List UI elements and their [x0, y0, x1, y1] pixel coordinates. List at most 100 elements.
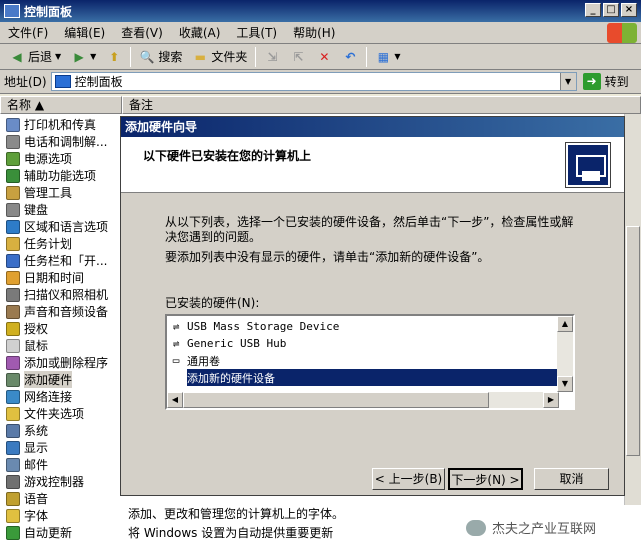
control-panel-item[interactable]: 电话和调制解... — [6, 133, 107, 150]
column-header-name[interactable]: 名称 ▲ — [0, 96, 122, 114]
control-panel-item-icon — [6, 355, 20, 370]
hardware-item[interactable]: ⇌ Generic USB Hub — [169, 335, 287, 352]
scroll-right-button[interactable]: ▶ — [543, 392, 559, 408]
control-panel-item[interactable]: 字体 — [6, 507, 48, 524]
menu-view[interactable]: 查看(V) — [113, 24, 171, 41]
menu-file[interactable]: 文件(F) — [0, 24, 56, 41]
scrollbar-thumb[interactable] — [183, 392, 489, 408]
control-panel-item[interactable]: 键盘 — [6, 201, 48, 218]
search-button[interactable]: 🔍 搜索 — [134, 46, 187, 68]
scroll-up-button[interactable]: ▲ — [557, 316, 573, 332]
control-panel-item[interactable]: 打印机和传真 — [6, 116, 96, 133]
menu-bar: 文件(F) 编辑(E) 查看(V) 收藏(A) 工具(T) 帮助(H) — [0, 22, 641, 44]
control-panel-item-icon — [6, 287, 20, 302]
scrollbar-thumb[interactable] — [626, 226, 640, 456]
list-vertical-scrollbar[interactable] — [624, 114, 641, 505]
control-panel-item[interactable]: 任务计划 — [6, 235, 72, 252]
control-panel-item-label: 管理工具 — [24, 186, 73, 200]
hardware-item[interactable]: ▭ 通用卷 — [169, 352, 220, 369]
control-panel-item-icon — [6, 219, 20, 234]
folders-button[interactable]: ▬ 文件夹 — [187, 46, 252, 68]
forward-dropdown-icon: ▼ — [90, 52, 97, 61]
undo-button[interactable]: ↶ — [337, 46, 363, 68]
folders-label: 文件夹 — [211, 50, 248, 64]
scroll-down-button[interactable]: ▼ — [557, 376, 573, 392]
control-panel-item[interactable]: 添加或删除程序 — [6, 354, 108, 371]
control-panel-item-icon — [6, 236, 20, 251]
control-panel-item[interactable]: 授权 — [6, 320, 48, 337]
control-panel-item[interactable]: 游戏控制器 — [6, 473, 84, 490]
toolbar-separator — [366, 46, 368, 67]
listbox-horizontal-scrollbar[interactable]: ◀ ▶ — [167, 392, 559, 408]
address-value: 控制面板 — [74, 75, 123, 89]
control-panel-item[interactable]: 任务栏和「开... — [6, 252, 107, 269]
maximize-button[interactable]: □ — [603, 3, 619, 17]
listbox-vertical-scrollbar[interactable]: ▲ ▼ — [557, 316, 573, 392]
hardware-wizard-icon — [565, 142, 611, 188]
windows-logo-icon — [607, 23, 637, 43]
delete-button[interactable]: ✕ — [311, 46, 337, 68]
address-dropdown-icon[interactable]: ▼ — [559, 73, 576, 90]
views-icon: ▦ — [377, 49, 390, 64]
views-button[interactable]: ▦ ▼ — [370, 46, 405, 68]
control-panel-item[interactable]: 添加硬件 — [6, 371, 73, 388]
control-panel-item[interactable]: 系统 — [6, 422, 48, 439]
control-panel-item[interactable]: 扫描仪和照相机 — [6, 286, 108, 303]
control-panel-item-icon — [6, 117, 20, 132]
move-to-button[interactable]: ⇲ — [259, 46, 285, 68]
next-step-button[interactable]: 下一步(N) > — [448, 468, 523, 490]
scroll-left-button[interactable]: ◀ — [167, 392, 183, 408]
back-label: 后退 — [28, 50, 53, 64]
control-panel-item[interactable]: 日期和时间 — [6, 269, 84, 286]
control-panel-item-label: 网络连接 — [24, 390, 73, 404]
hardware-item[interactable]: ⇌ USB Mass Storage Device — [169, 318, 340, 335]
control-panel-item-label: 声音和音频设备 — [24, 305, 109, 319]
control-panel-item-label: 系统 — [24, 424, 49, 438]
search-label: 搜索 — [158, 50, 183, 64]
usb-icon: ⇌ — [172, 320, 180, 333]
control-panel-item[interactable]: 声音和音频设备 — [6, 303, 108, 320]
window-controls: _ □ × — [585, 3, 637, 17]
minimize-button[interactable]: _ — [585, 3, 601, 17]
up-folder-button[interactable]: ⬆ — [101, 46, 127, 68]
control-panel-item[interactable]: 显示 — [6, 439, 48, 456]
dialog-title: 添加硬件向导 — [121, 117, 624, 137]
control-panel-item[interactable]: 邮件 — [6, 456, 48, 473]
copy-to-icon: ⇱ — [293, 49, 304, 64]
address-input[interactable]: 控制面板 ▼ — [50, 72, 577, 91]
go-button[interactable]: ➜ 转到 — [582, 73, 629, 90]
menu-edit[interactable]: 编辑(E) — [56, 24, 113, 41]
menu-help[interactable]: 帮助(H) — [285, 24, 343, 41]
menu-tools[interactable]: 工具(T) — [228, 24, 285, 41]
control-panel-item-icon — [6, 457, 20, 472]
control-panel-item[interactable]: 文件夹选项 — [6, 405, 84, 422]
control-panel-item-icon — [6, 389, 20, 404]
toolbar-separator — [130, 46, 132, 67]
delete-icon: ✕ — [319, 49, 330, 64]
control-panel-item[interactable]: 网络连接 — [6, 388, 72, 405]
go-label: 转到 — [604, 75, 629, 89]
control-panel-item[interactable]: 自动更新 — [6, 524, 72, 541]
control-panel-item-label: 电源选项 — [24, 152, 73, 166]
installed-hardware-listbox[interactable]: ⇌ USB Mass Storage Device ⇌ Generic USB … — [165, 314, 575, 410]
control-panel-item[interactable]: 电源选项 — [6, 150, 72, 167]
close-button[interactable]: × — [621, 3, 637, 17]
copy-to-button[interactable]: ⇱ — [285, 46, 311, 68]
control-panel-item[interactable]: 语音 — [6, 490, 48, 507]
hardware-item-add-new[interactable]: 添加新的硬件设备 — [187, 369, 559, 386]
back-button[interactable]: ◀ 后退 ▼ — [4, 46, 66, 68]
column-header-note[interactable]: 备注 — [122, 96, 641, 114]
control-panel-item-label: 鼠标 — [24, 339, 49, 353]
dialog-header: 以下硬件已安装在您的计算机上 — [121, 137, 624, 193]
control-panel-item[interactable]: 辅助功能选项 — [6, 167, 96, 184]
control-panel-item[interactable]: 管理工具 — [6, 184, 72, 201]
forward-arrow-icon: ▶ — [74, 49, 84, 64]
toolbar-separator — [255, 46, 257, 67]
control-panel-item[interactable]: 鼠标 — [6, 337, 48, 354]
cancel-button[interactable]: 取消 — [534, 468, 609, 490]
control-panel-item[interactable]: 区域和语言选项 — [6, 218, 108, 235]
menu-favorites[interactable]: 收藏(A) — [171, 24, 229, 41]
back-step-button[interactable]: < 上一步(B) — [372, 468, 445, 490]
move-to-icon: ⇲ — [267, 49, 278, 64]
forward-button[interactable]: ▶ ▼ — [66, 46, 101, 68]
